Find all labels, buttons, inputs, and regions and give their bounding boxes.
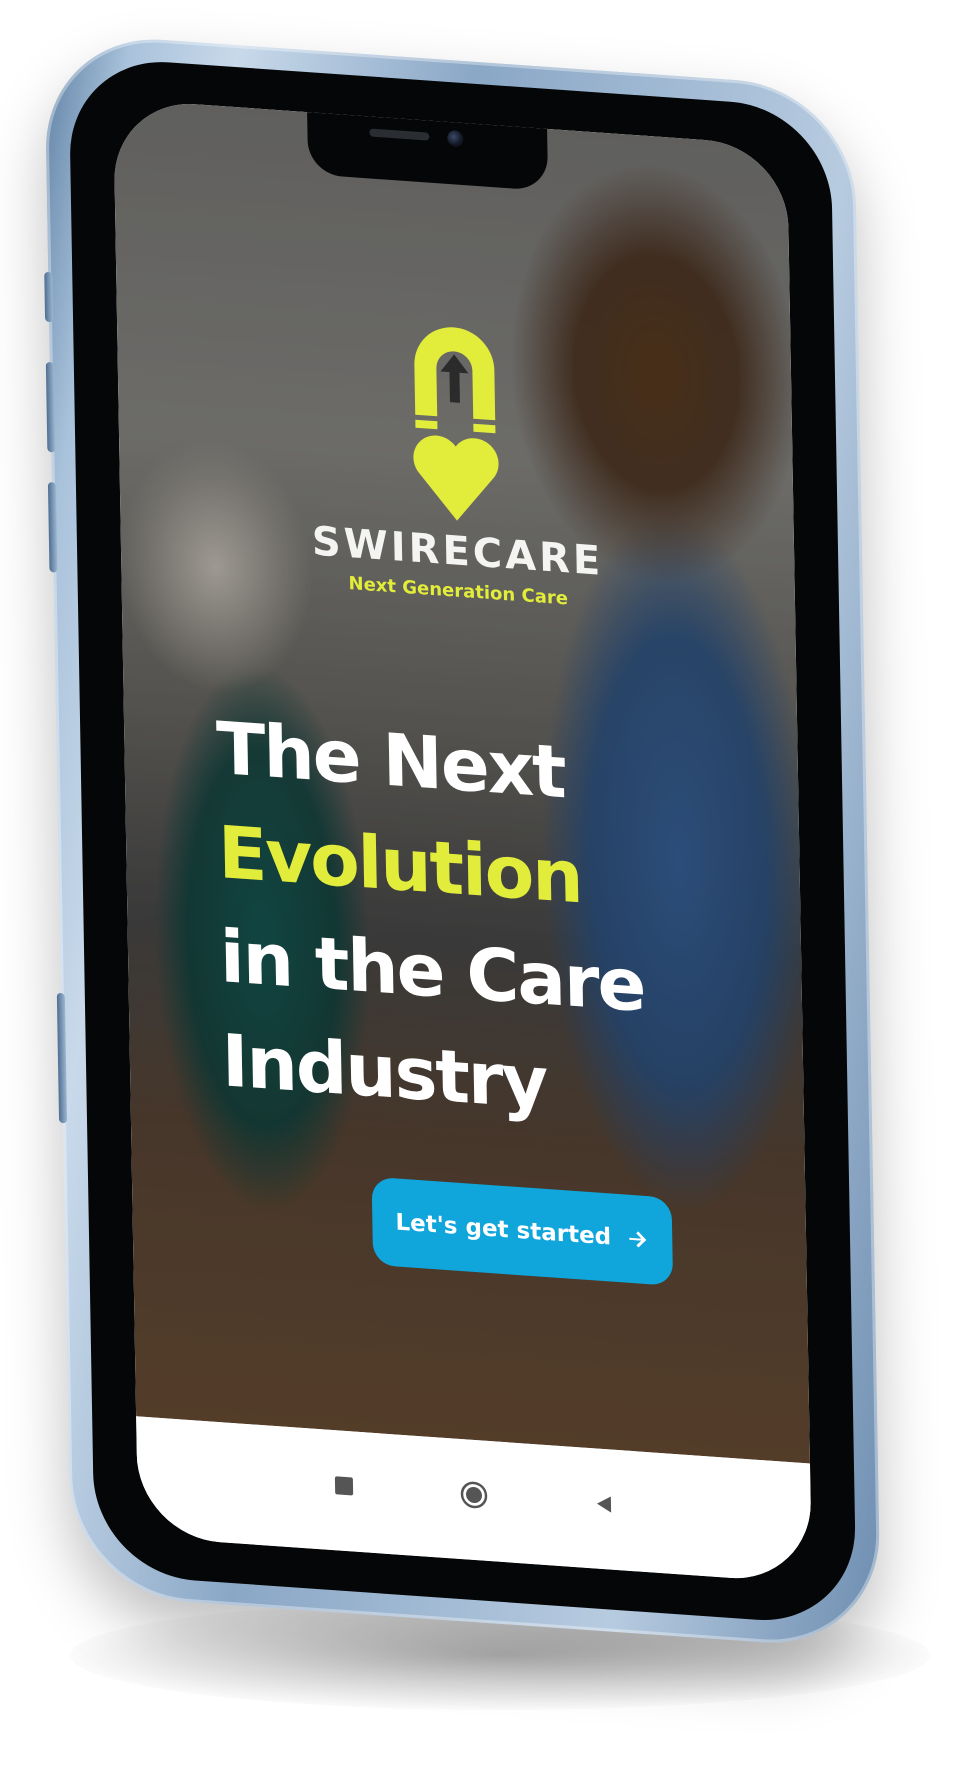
swirecare-logo-icon bbox=[413, 327, 499, 521]
home-button[interactable] bbox=[454, 1474, 495, 1517]
recents-square-icon bbox=[334, 1476, 354, 1496]
stage: SWIRECARE Next Generation Care The Next … bbox=[0, 0, 966, 1781]
recents-button[interactable] bbox=[324, 1464, 365, 1507]
get-started-label: Let's get started bbox=[395, 1209, 612, 1251]
phone-screen: SWIRECARE Next Generation Care The Next … bbox=[113, 98, 813, 1584]
phone-bezel: SWIRECARE Next Generation Care The Next … bbox=[68, 55, 857, 1627]
app-logo: SWIRECARE Next Generation Care bbox=[117, 299, 796, 626]
back-triangle-icon bbox=[596, 1496, 612, 1513]
mute-switch bbox=[44, 271, 54, 323]
hero-headline: The Next Evolution in the Care Industry bbox=[215, 696, 647, 1142]
volume-up-button bbox=[45, 361, 56, 453]
volume-down-button bbox=[47, 481, 58, 573]
earpiece-speaker bbox=[369, 128, 430, 141]
back-button[interactable] bbox=[584, 1483, 625, 1526]
front-camera-icon bbox=[447, 129, 464, 148]
home-circle-icon bbox=[460, 1481, 488, 1509]
phone-device: SWIRECARE Next Generation Care The Next … bbox=[44, 31, 882, 1651]
arrow-right-icon bbox=[629, 1231, 647, 1248]
